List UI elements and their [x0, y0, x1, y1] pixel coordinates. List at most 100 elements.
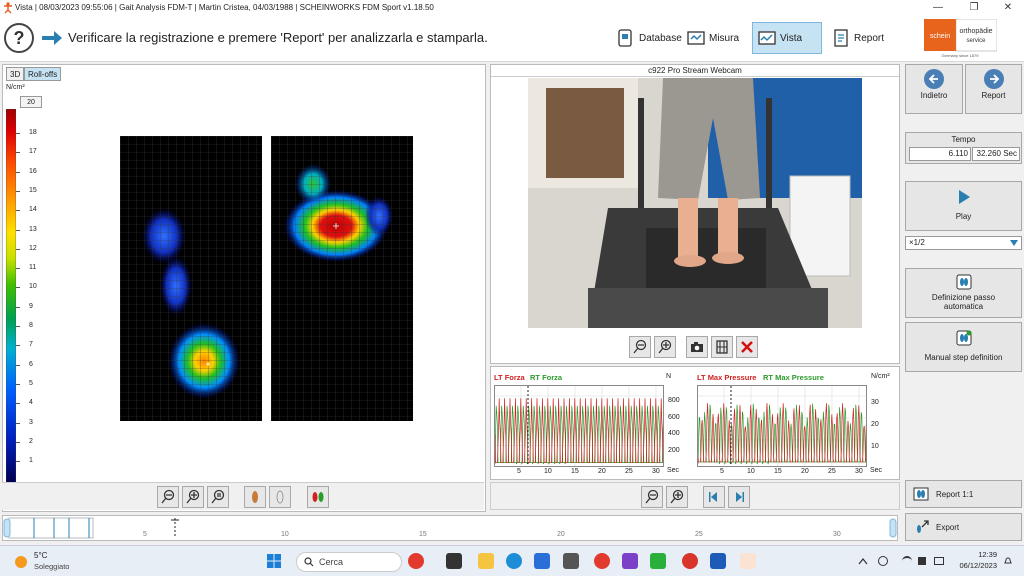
timeline-label: 10: [281, 531, 289, 538]
zoom-fit-icon: [211, 489, 225, 504]
timeline[interactable]: 5 10 15 20 25 30: [2, 515, 898, 541]
speed-select[interactable]: ×1/2: [905, 236, 1022, 250]
chrome-icon-2[interactable]: [682, 553, 698, 569]
both-feet-button[interactable]: [307, 486, 329, 508]
notification-bell-icon[interactable]: [1003, 556, 1013, 566]
step-forward-button[interactable]: [728, 486, 750, 508]
wifi-icon[interactable]: [902, 556, 912, 566]
zoom-out-icon: [645, 489, 659, 504]
title-bar: Vista | 08/03/2023 09:55:06 | Gait Analy…: [0, 0, 1024, 16]
scale-tick: [16, 364, 20, 366]
scale-label: 12: [29, 244, 37, 252]
help-button[interactable]: ?: [4, 23, 34, 53]
back-label: Indietro: [920, 91, 948, 100]
app-icon-1[interactable]: [408, 553, 424, 569]
zoom-in-button[interactable]: [182, 486, 204, 508]
minimize-button[interactable]: —: [926, 0, 950, 16]
report-1-1-label: Report 1:1: [936, 489, 974, 499]
scale-label: 16: [29, 167, 37, 175]
graph-zoom-in-button[interactable]: [666, 486, 688, 508]
pressure-color-scale: [6, 109, 16, 483]
lt-series-line: [495, 398, 663, 463]
clock-date: 06/12/2023: [959, 561, 997, 570]
taskbar-search[interactable]: Cerca: [296, 552, 402, 572]
pressure-panel: 3D Roll-offs N/cm² 20 18 17 16 15 14 13 12 11 10…: [2, 64, 486, 512]
x-tick-label: 20: [801, 468, 809, 475]
step-forward-icon: [736, 492, 744, 502]
folder-icon[interactable]: [478, 553, 494, 569]
misura-button[interactable]: Misura: [682, 22, 743, 54]
chrome-icon[interactable]: [594, 553, 610, 569]
instruction-text: Verificare la registrazione e premere 'R…: [68, 30, 488, 45]
taskview-icon[interactable]: [446, 553, 462, 569]
report-button[interactable]: Report: [965, 64, 1022, 114]
scale-label: 6: [29, 360, 33, 368]
battery-icon[interactable]: [934, 557, 944, 565]
scale-label: 17: [29, 148, 37, 156]
zoom-out-button[interactable]: [157, 486, 179, 508]
search-icon: [304, 557, 314, 567]
app-icon-4[interactable]: [650, 553, 666, 569]
delete-video-button[interactable]: [736, 336, 758, 358]
step-back-button[interactable]: [703, 486, 725, 508]
weather-temp: 5°C: [34, 551, 48, 560]
scale-max-field[interactable]: 20: [20, 96, 42, 108]
snapshot-button[interactable]: [686, 336, 708, 358]
right-foot-button[interactable]: [269, 486, 291, 508]
vista-button[interactable]: Vista: [752, 22, 822, 54]
scale-label: 1: [29, 457, 33, 465]
speaker-icon[interactable]: [918, 557, 926, 565]
database-button[interactable]: Database: [612, 22, 686, 54]
scheinworks-taskbar-icon[interactable]: [740, 553, 756, 569]
manual-step-button[interactable]: Manual step definition: [905, 322, 1022, 372]
foot-right-icon: [276, 490, 284, 504]
app-icon-3[interactable]: [622, 553, 638, 569]
cam-zoom-out-button[interactable]: [629, 336, 651, 358]
windows-start-icon[interactable]: [266, 553, 282, 569]
window-title: Vista | 08/03/2023 09:55:06 | Gait Analy…: [15, 3, 434, 12]
zoom-out-icon: [633, 339, 647, 354]
report-1-1-button[interactable]: Report 1:1: [905, 480, 1022, 508]
left-foot-button[interactable]: [244, 486, 266, 508]
maximize-button[interactable]: ❐: [962, 0, 986, 16]
play-icon: [958, 190, 970, 204]
vista-label: Vista: [780, 32, 803, 44]
webcam-panel: c922 Pro Stream Webcam: [490, 64, 900, 364]
export-icon: [917, 520, 929, 533]
network-icon[interactable]: [878, 556, 888, 566]
svg-text:Germany since 1879: Germany since 1879: [942, 53, 980, 58]
back-button[interactable]: Indietro: [905, 64, 963, 114]
auto-step-button[interactable]: Definizione passo automatica: [905, 268, 1022, 318]
timeline-label: 5: [143, 531, 147, 538]
webcam-image: [528, 78, 862, 328]
scale-label: 14: [29, 206, 37, 214]
x-tick-label: 10: [747, 468, 755, 475]
graph-zoom-out-button[interactable]: [641, 486, 663, 508]
tab-roll-offs[interactable]: Roll-offs: [24, 67, 62, 81]
timeline-label: 20: [557, 531, 565, 538]
play-button[interactable]: Play: [905, 181, 1022, 231]
report-icon: [834, 29, 848, 47]
auto-step-label-2: automatica: [943, 302, 984, 311]
tab-3d[interactable]: 3D: [6, 67, 25, 81]
zoom-fit-button[interactable]: [207, 486, 229, 508]
export-button[interactable]: Export: [905, 513, 1022, 541]
report-toolbar-button[interactable]: Report: [827, 22, 888, 54]
store-icon[interactable]: [534, 553, 550, 569]
edge-icon[interactable]: [506, 553, 522, 569]
force-title-lt: LT Forza: [494, 373, 525, 382]
scheinworks-logo: schein orthopädie service Germany since …: [924, 19, 997, 58]
chevron-up-icon[interactable]: [858, 557, 868, 565]
y-tick-label: 20: [871, 421, 879, 428]
toolbar: ? Verificare la registrazione e premere …: [0, 16, 1024, 62]
app-icon-2[interactable]: [563, 553, 579, 569]
weather-condition: Soleggiato: [34, 562, 70, 571]
cam-zoom-in-button[interactable]: [654, 336, 676, 358]
outlook-icon[interactable]: [710, 553, 726, 569]
lt-series-line: [698, 403, 866, 463]
close-button[interactable]: ✕: [996, 0, 1020, 16]
film-button[interactable]: [711, 336, 733, 358]
scale-label: 7: [29, 341, 33, 349]
scale-label: 4: [29, 399, 33, 407]
y-tick-label: 200: [668, 446, 680, 454]
